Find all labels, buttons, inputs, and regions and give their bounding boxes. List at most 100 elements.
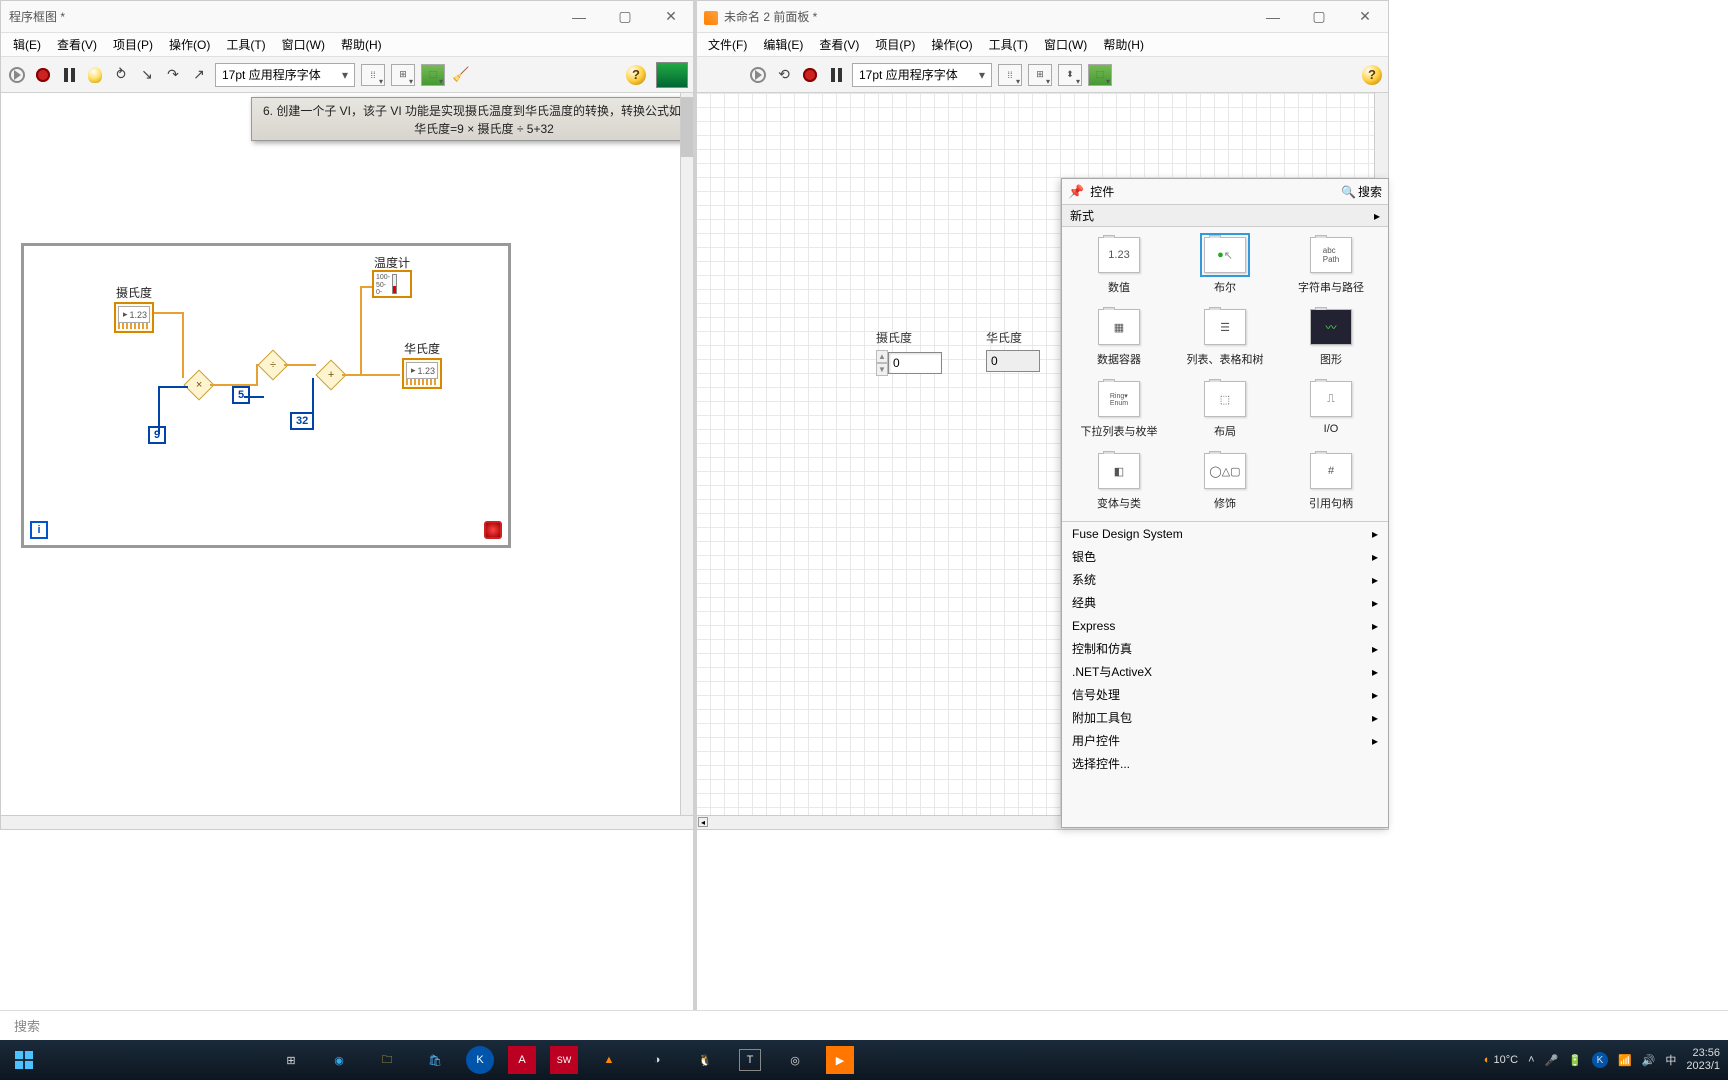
menu-window[interactable]: 窗口(W)	[274, 34, 333, 55]
pause-button[interactable]	[826, 65, 846, 85]
tray-chevron-icon[interactable]: ˄	[1528, 1054, 1534, 1066]
align-menu[interactable]: ⁞⁞	[361, 64, 385, 86]
task-view-icon[interactable]: ⊞	[268, 1040, 314, 1080]
abort-button[interactable]	[800, 65, 820, 85]
matlab-icon[interactable]: ▲	[586, 1040, 632, 1080]
clock[interactable]: 23:56 2023/1	[1686, 1047, 1720, 1073]
celsius-control-terminal[interactable]: ▸1.23	[114, 302, 154, 333]
reorder-menu[interactable]: ⬚	[421, 64, 445, 86]
wifi-icon[interactable]: 📶	[1618, 1054, 1632, 1067]
help-icon[interactable]: ?	[626, 65, 646, 85]
window-divider[interactable]	[693, 0, 697, 1010]
scrollbar-vertical[interactable]	[680, 93, 694, 815]
distribute-menu[interactable]: ⊞	[1028, 64, 1052, 86]
run-continuous-icon[interactable]: ⟲	[774, 65, 794, 85]
menu-operate[interactable]: 操作(O)	[923, 34, 980, 55]
store-icon[interactable]: 🛍	[412, 1040, 458, 1080]
menu-tools[interactable]: 工具(T)	[981, 34, 1036, 55]
menu-project[interactable]: 项目(P)	[867, 34, 923, 55]
close-button[interactable]: ✕	[648, 1, 694, 33]
step-into-icon[interactable]: ↘	[137, 65, 157, 85]
palette-subcategory-header[interactable]: 新式▸	[1062, 205, 1388, 227]
search-icon[interactable]: 🔍	[1341, 185, 1356, 199]
thermometer-indicator[interactable]: 100-50-0-	[372, 270, 412, 298]
palette-item-graph[interactable]: 〰图形	[1278, 309, 1384, 367]
search-label[interactable]: 搜索	[1358, 183, 1382, 200]
palette-cat-silver[interactable]: 银色▸	[1062, 545, 1388, 568]
minimize-button[interactable]: ―	[556, 1, 602, 33]
text-app-icon[interactable]: T	[739, 1049, 761, 1071]
palette-cat-sim[interactable]: 控制和仿真▸	[1062, 637, 1388, 660]
align-menu[interactable]: ⁞⁞	[998, 64, 1022, 86]
palette-item-layout[interactable]: ⬚布局	[1172, 381, 1278, 439]
celsius-numeric-control[interactable]: 摄氏度 ▲▼ 0	[876, 329, 942, 376]
menu-view[interactable]: 查看(V)	[49, 34, 105, 55]
distribute-menu[interactable]: ⊞	[391, 64, 415, 86]
mic-icon[interactable]: 🎤	[1545, 1054, 1559, 1067]
block-diagram-canvas[interactable]: 6. 创建一个子 VI，该子 VI 功能是实现摄氏温度到华氏温度的转换，转换公式…	[1, 93, 694, 829]
maximize-button[interactable]: ▢	[602, 1, 648, 33]
palette-cat-classic[interactable]: 经典▸	[1062, 591, 1388, 614]
menu-window[interactable]: 窗口(W)	[1036, 34, 1095, 55]
palette-item-numeric[interactable]: 1.23数值	[1066, 237, 1172, 295]
palette-item-enum[interactable]: Ring▾Enum下拉列表与枚举	[1066, 381, 1172, 439]
palette-cat-express[interactable]: Express▸	[1062, 614, 1388, 637]
menu-help[interactable]: 帮助(H)	[1095, 34, 1152, 55]
obs-icon[interactable]: ◎	[772, 1040, 818, 1080]
scrollbar-horizontal[interactable]	[1, 815, 694, 829]
palette-cat-dotnet[interactable]: .NET与ActiveX▸	[1062, 660, 1388, 683]
step-over-icon[interactable]: ↷	[163, 65, 183, 85]
minimize-button[interactable]: ―	[1250, 1, 1296, 33]
palette-item-variant[interactable]: ◧变体与类	[1066, 453, 1172, 511]
palette-item-io[interactable]: ⎍I/O	[1278, 381, 1384, 439]
fahrenheit-indicator-terminal[interactable]: ▸1.23	[402, 358, 442, 389]
while-loop[interactable]: i 摄氏度 ▸1.23 温度计 100-50-0- 华氏度 ▸1.23 × ÷ …	[21, 243, 511, 548]
palette-item-string[interactable]: abcPath字符串与路径	[1278, 237, 1384, 295]
abort-button[interactable]	[33, 65, 53, 85]
palette-item-boolean[interactable]: ●↖布尔	[1172, 237, 1278, 295]
tray-k-icon[interactable]: K	[1592, 1052, 1608, 1068]
const-five[interactable]: 5	[232, 386, 250, 404]
solidworks-icon[interactable]: SW	[550, 1046, 578, 1074]
palette-cat-system[interactable]: 系统▸	[1062, 568, 1388, 591]
cleanup-icon[interactable]: 🧹	[451, 65, 471, 85]
maximize-button[interactable]: ▢	[1296, 1, 1342, 33]
volume-icon[interactable]: 🔊	[1642, 1054, 1656, 1067]
celsius-field[interactable]: 0	[888, 352, 942, 374]
app-misc-icon[interactable]: ◑	[634, 1040, 680, 1080]
app-k-icon[interactable]: K	[466, 1046, 494, 1074]
start-button[interactable]	[0, 1051, 48, 1069]
help-icon[interactable]: ?	[1362, 65, 1382, 85]
edge-icon[interactable]: ◉	[316, 1040, 362, 1080]
highlight-icon[interactable]	[85, 65, 105, 85]
palette-item-refnum[interactable]: #引用句柄	[1278, 453, 1384, 511]
palette-item-decor[interactable]: ◯△▢修饰	[1172, 453, 1278, 511]
menu-project[interactable]: 项目(P)	[105, 34, 161, 55]
palette-cat-addons[interactable]: 附加工具包▸	[1062, 706, 1388, 729]
menu-tools[interactable]: 工具(T)	[218, 34, 273, 55]
stop-terminal[interactable]	[484, 521, 502, 539]
palette-cat-fuse[interactable]: Fuse Design System▸	[1062, 522, 1388, 545]
pin-icon[interactable]: 📌	[1068, 184, 1084, 200]
qq-icon[interactable]: 🐧	[682, 1040, 728, 1080]
retain-wires-icon[interactable]: ⥁	[111, 65, 131, 85]
pause-button[interactable]	[59, 65, 79, 85]
run-button[interactable]	[7, 65, 27, 85]
font-selector[interactable]: 17pt 应用程序字体	[215, 63, 355, 87]
connector-pane-icon[interactable]	[656, 62, 688, 88]
autocad-icon[interactable]: A	[508, 1046, 536, 1074]
palette-item-containers[interactable]: ▦数据容器	[1066, 309, 1172, 367]
menu-operate[interactable]: 操作(O)	[161, 34, 218, 55]
step-out-icon[interactable]: ↗	[189, 65, 209, 85]
resize-menu[interactable]: ⬍	[1058, 64, 1082, 86]
reorder-menu[interactable]: ⬚	[1088, 64, 1112, 86]
taskbar-search[interactable]: 搜索	[0, 1010, 1728, 1040]
weather-widget[interactable]: ◐ 10°C	[1484, 1054, 1518, 1066]
font-selector[interactable]: 17pt 应用程序字体	[852, 63, 992, 87]
close-button[interactable]: ✕	[1342, 1, 1388, 33]
player-icon[interactable]: ▶	[826, 1046, 854, 1074]
palette-cat-user[interactable]: 用户控件▸	[1062, 729, 1388, 752]
numeric-spinner[interactable]: ▲▼	[876, 350, 888, 376]
const-thirtytwo[interactable]: 32	[290, 412, 314, 430]
menu-edit[interactable]: 辑(E)	[5, 34, 49, 55]
